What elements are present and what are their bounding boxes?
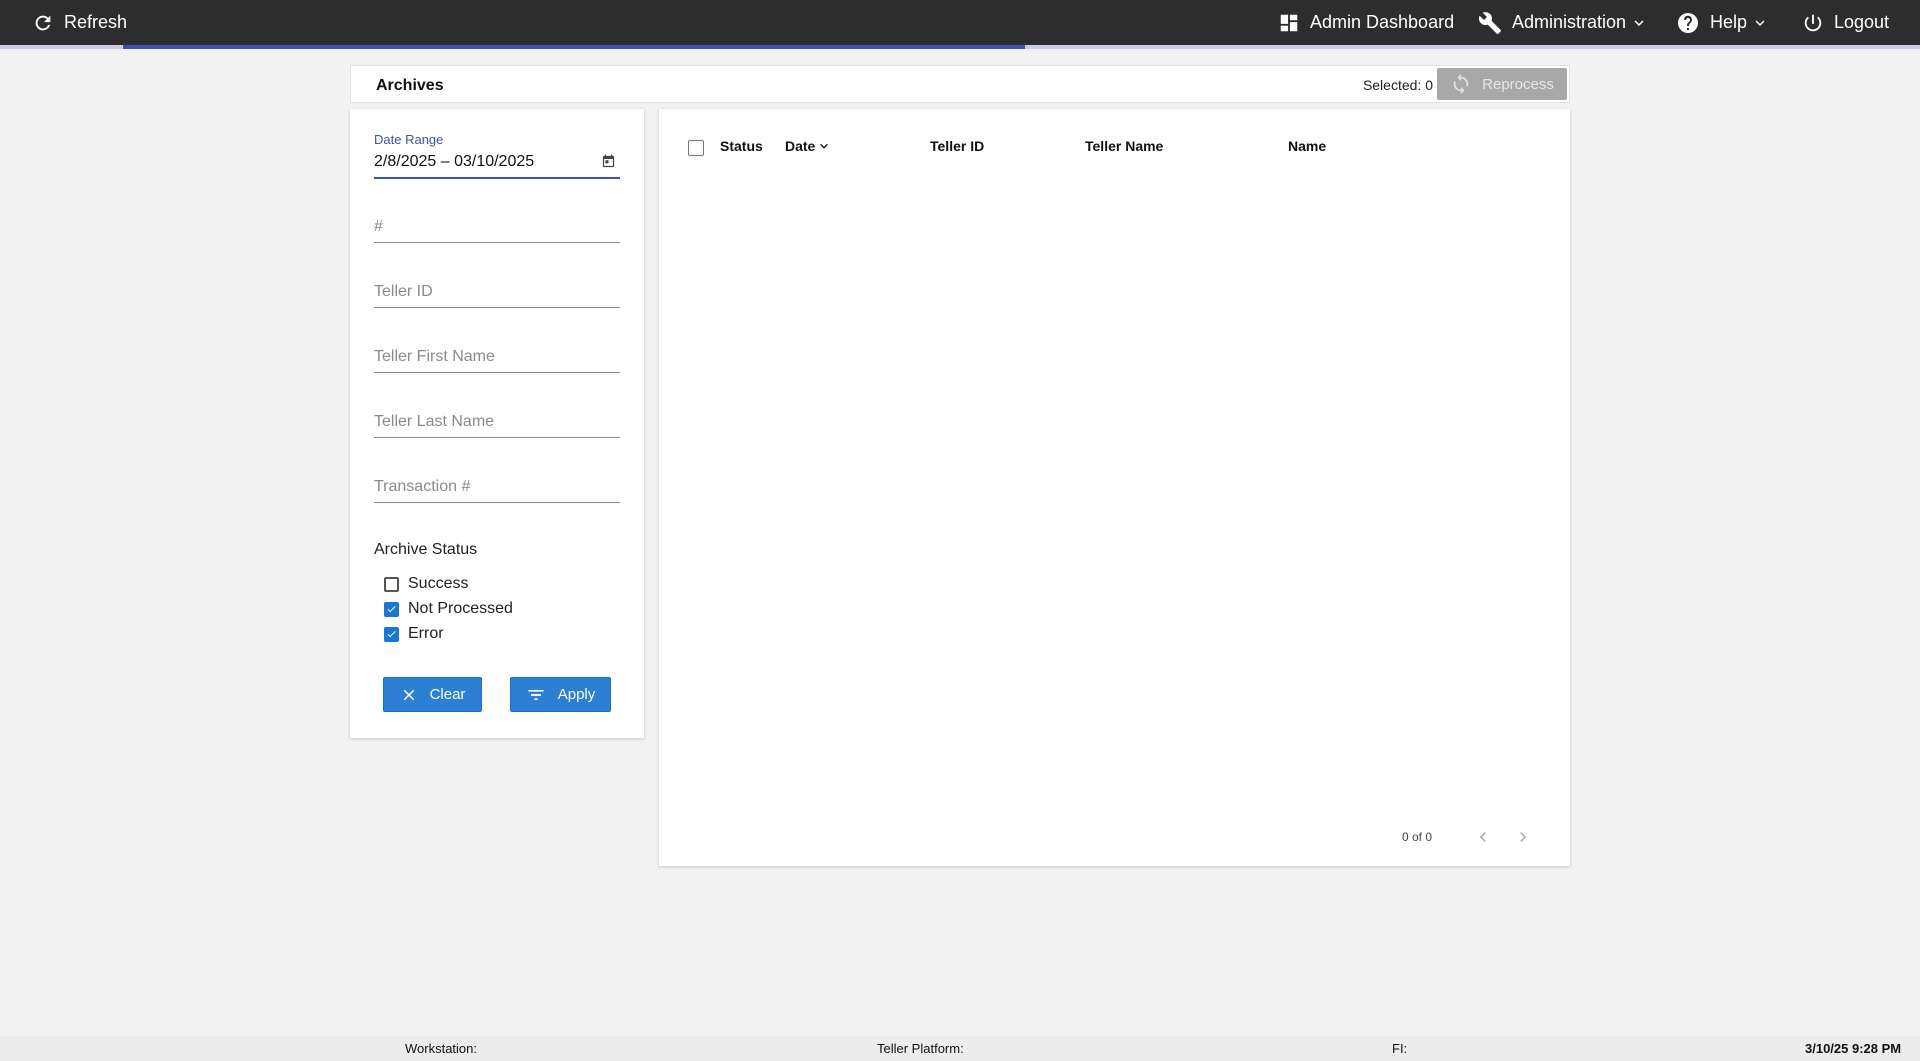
pager-range: 0 of 0 (1402, 830, 1433, 844)
teller-first-name-field[interactable]: Teller First Name (374, 343, 620, 373)
workstation-label: Workstation: (405, 1041, 478, 1056)
filter-panel: Date Range 2/8/2025 – 03/10/2025 # Telle… (350, 109, 644, 738)
select-all-checkbox[interactable] (688, 140, 704, 156)
column-header-date[interactable]: Date (785, 138, 832, 154)
chevron-down-icon (1634, 19, 1644, 26)
help-menu[interactable]: Help (1676, 0, 1769, 45)
column-label: Teller ID (930, 138, 985, 154)
admin-dashboard-button[interactable]: Admin Dashboard (1278, 0, 1454, 45)
archives-header: Archives Selected: 0 Reprocess (350, 65, 1570, 103)
logout-button[interactable]: Logout (1802, 0, 1889, 45)
next-page-button[interactable] (1513, 827, 1533, 847)
chevron-right-icon (1520, 832, 1527, 842)
transaction-number-field[interactable]: Transaction # (374, 473, 620, 503)
dashboard-icon (1280, 14, 1298, 31)
teller-id-placeholder: Teller ID (374, 283, 433, 300)
transaction-number-placeholder: Transaction # (374, 478, 471, 495)
teller-id-field[interactable]: Teller ID (374, 278, 620, 308)
administration-label: Administration (1512, 12, 1627, 32)
apply-button[interactable]: Apply (510, 677, 611, 712)
administration-menu[interactable]: Administration (1478, 0, 1648, 45)
logout-label: Logout (1834, 12, 1890, 32)
selected-count: Selected: 0 (1362, 77, 1433, 93)
calendar-icon[interactable] (601, 154, 616, 169)
date-range-input[interactable]: 2/8/2025 – 03/10/2025 (374, 149, 620, 179)
column-header-status[interactable]: Status (720, 138, 763, 154)
column-label: Name (1288, 138, 1327, 154)
date-range-value: 2/8/2025 – 03/10/2025 (374, 153, 535, 170)
status-footer: Workstation: Teller Platform: FI: 3/10/2… (0, 1036, 1920, 1061)
column-label: Status (720, 138, 763, 154)
loading-progress-fill (123, 45, 1026, 49)
top-navigation-bar: Refresh Admin Dashboard Administration H… (0, 0, 1920, 45)
refresh-button[interactable]: Refresh (32, 0, 127, 45)
filter-icon (528, 689, 544, 700)
status-label: Error (408, 625, 444, 642)
status-checkbox-error[interactable]: Error (384, 625, 444, 643)
checkbox[interactable] (384, 601, 399, 617)
check-icon (387, 631, 396, 638)
column-label: Teller Name (1085, 138, 1164, 154)
column-header-name[interactable]: Name (1288, 138, 1326, 154)
refresh-icon (35, 15, 51, 30)
apply-label: Apply (557, 686, 596, 703)
number-placeholder: # (374, 218, 383, 235)
checkbox[interactable] (384, 576, 399, 592)
footer-datetime: 3/10/25 9:28 PM (1805, 1041, 1902, 1056)
power-icon (1804, 14, 1822, 31)
number-field[interactable]: # (374, 213, 620, 243)
check-icon (387, 606, 396, 613)
close-icon (403, 689, 414, 700)
loading-progress-bar (0, 45, 1920, 49)
chevron-down-icon (1755, 19, 1765, 26)
help-icon (1678, 12, 1698, 33)
status-checkbox-success[interactable]: Success (384, 575, 468, 593)
teller-last-name-field[interactable]: Teller Last Name (374, 408, 620, 438)
teller-last-name-placeholder: Teller Last Name (374, 413, 495, 430)
clear-button[interactable]: Clear (383, 677, 482, 712)
page-title: Archives (376, 77, 444, 94)
archives-grid: Status Date Teller ID Teller Name Name 0… (659, 109, 1570, 866)
teller-first-name-placeholder: Teller First Name (374, 348, 495, 365)
sync-icon (1453, 73, 1469, 95)
archive-status-title: Archive Status (374, 541, 478, 558)
wrench-icon (1478, 11, 1501, 34)
column-header-teller-id[interactable]: Teller ID (930, 138, 984, 154)
help-label: Help (1710, 12, 1748, 32)
sort-descending-icon (820, 143, 829, 149)
checkbox[interactable] (384, 626, 399, 642)
teller-platform-label: Teller Platform: (877, 1041, 964, 1056)
chevron-left-icon (1479, 832, 1486, 842)
previous-page-button[interactable] (1473, 827, 1493, 847)
status-label: Success (408, 575, 469, 592)
refresh-label: Refresh (64, 12, 128, 32)
fi-label: FI: (1392, 1041, 1408, 1056)
reprocess-label: Reprocess (1482, 75, 1554, 93)
column-header-teller-name[interactable]: Teller Name (1085, 138, 1163, 154)
status-label: Not Processed (408, 600, 513, 617)
date-range-label: Date Range (374, 132, 444, 147)
grid-header-row: Status Date Teller ID Teller Name Name (659, 134, 1570, 158)
status-checkbox-not-processed[interactable]: Not Processed (384, 600, 513, 618)
reprocess-button[interactable]: Reprocess (1437, 68, 1567, 100)
admin-dashboard-label: Admin Dashboard (1310, 12, 1455, 32)
clear-label: Clear (429, 686, 466, 703)
column-label: Date (785, 138, 816, 154)
